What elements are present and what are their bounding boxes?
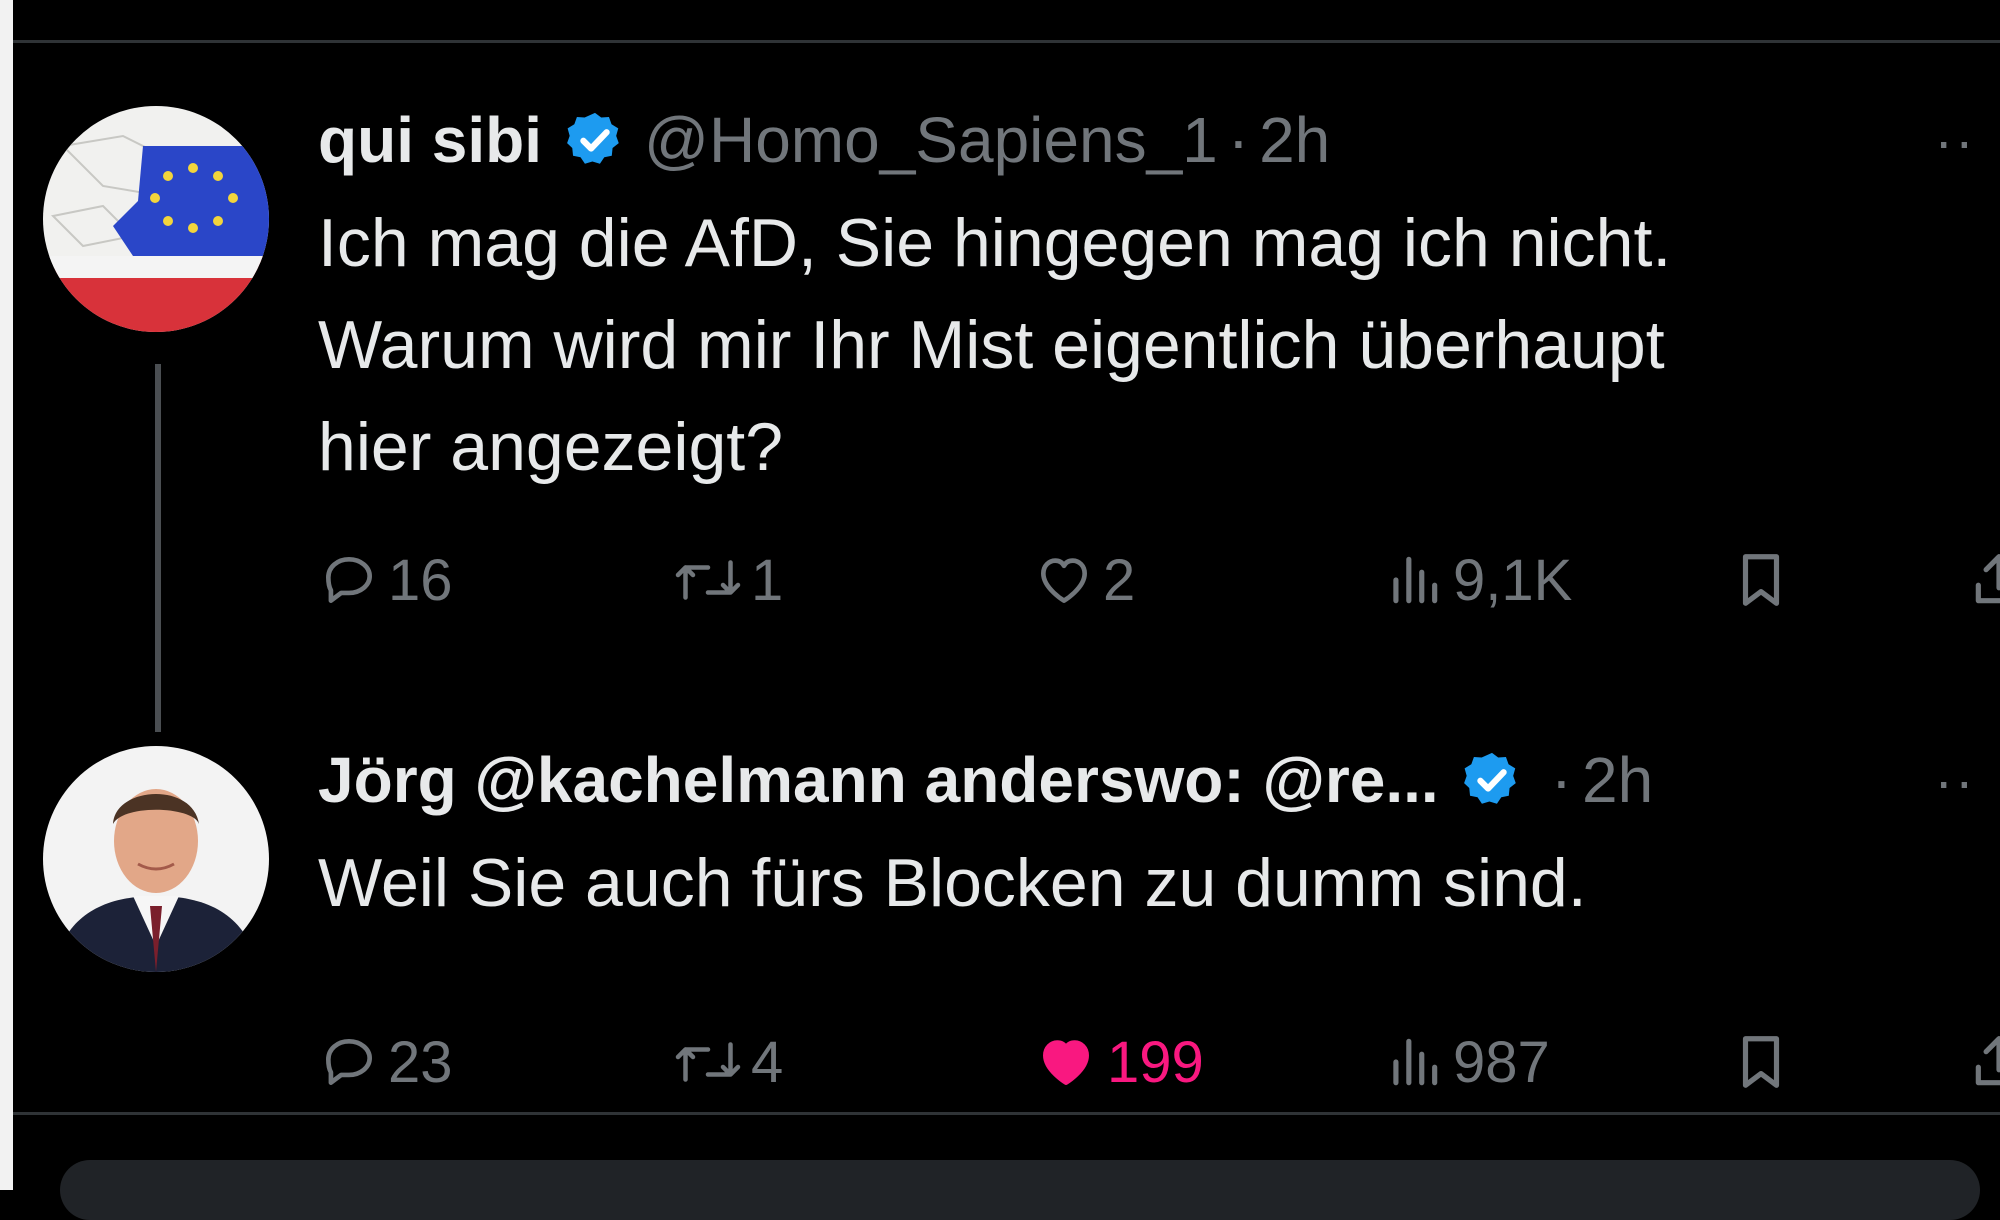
more-icon[interactable]: ·· [1920,100,1990,180]
author-name[interactable]: Jörg @kachelmann anderswo: @re... [318,740,1439,820]
repost-count: 1 [751,547,784,613]
separator-dot: · [1550,744,1572,816]
share-icon [1975,554,2000,604]
like-count: 2 [1103,547,1136,613]
reply-count: 23 [388,1029,453,1095]
tweet-text-line: hier angezeigt? [318,409,784,485]
bar-chart-icon [1393,556,1438,604]
bookmark-button[interactable] [1730,1022,1800,1102]
tweet-header: qui sibi @Homo_Sapiens_1 · 2h [318,100,1330,180]
verified-badge-icon [1461,749,1523,811]
separator-dot: · [1227,104,1250,176]
bar-chart-icon [1393,1038,1438,1086]
share-button[interactable] [1968,1022,2000,1102]
heart-icon [1041,558,1087,603]
author-name[interactable]: qui sibi [318,100,542,180]
tweet-text-line: Weil Sie auch fürs Blocken zu dumm sind. [318,845,1587,921]
like-button[interactable]: 2 [1033,540,1135,620]
tweet-actions: 16 1 2 9,1K [318,540,2000,620]
avatar[interactable] [43,106,269,332]
repost-icon [675,560,741,600]
share-icon [1975,1036,2000,1086]
views-button[interactable]: 9,1K [1383,540,1572,620]
reply-count: 16 [388,547,453,613]
reply-button[interactable]: 23 [318,1022,453,1102]
like-count: 199 [1107,1029,1204,1095]
eu-russia-flag-map-avatar [43,106,269,332]
author-handle[interactable]: @Homo_Sapiens_1 [644,100,1218,180]
tweet-text-line: Ich mag die AfD, Sie hingegen mag ich ni… [318,205,1672,281]
tweet-reply[interactable]: Jörg @kachelmann anderswo: @re... · 2h ·… [13,740,2000,1100]
avatar[interactable] [43,746,269,972]
tweet-text: Weil Sie auch fürs Blocken zu dumm sind. [318,832,1978,934]
bottom-divider [13,1112,2000,1115]
more-icon[interactable]: ·· [1920,740,1990,820]
like-button[interactable]: 199 [1033,1022,1204,1102]
tweet-actions: 23 4 199 987 [318,1022,2000,1102]
heart-icon [1043,1040,1089,1085]
bookmark-icon [1742,554,1780,606]
tweet-text-line: Warum wird mir Ihr Mist eigentlich überh… [318,307,1665,383]
man-in-suit-portrait-avatar [43,746,269,972]
share-button[interactable] [1968,540,2000,620]
timestamp[interactable]: 2h [1582,740,1653,820]
reply-button[interactable]: 16 [318,540,453,620]
repost-icon [675,1042,741,1082]
repost-button[interactable]: 1 [673,540,783,620]
views-button[interactable]: 987 [1383,1022,1550,1102]
timestamp[interactable]: 2h [1259,100,1330,180]
views-count: 9,1K [1453,547,1573,613]
reply-input-box[interactable] [60,1160,1980,1220]
tweet-text: Ich mag die AfD, Sie hingegen mag ich ni… [318,192,1978,498]
left-edge-strip [0,0,13,1190]
tweet-original[interactable]: qui sibi @Homo_Sapiens_1 · 2h ·· Ich mag… [13,100,2000,660]
reply-bubble-icon [326,1039,372,1085]
views-count: 987 [1453,1029,1550,1095]
tweet-header: Jörg @kachelmann anderswo: @re... · 2h [318,740,1653,820]
bookmark-icon [1742,1036,1780,1088]
bookmark-button[interactable] [1730,540,1800,620]
verified-badge-icon [564,109,626,171]
top-divider [13,40,2000,43]
repost-count: 4 [751,1029,784,1095]
reply-bubble-icon [326,557,372,603]
repost-button[interactable]: 4 [673,1022,783,1102]
